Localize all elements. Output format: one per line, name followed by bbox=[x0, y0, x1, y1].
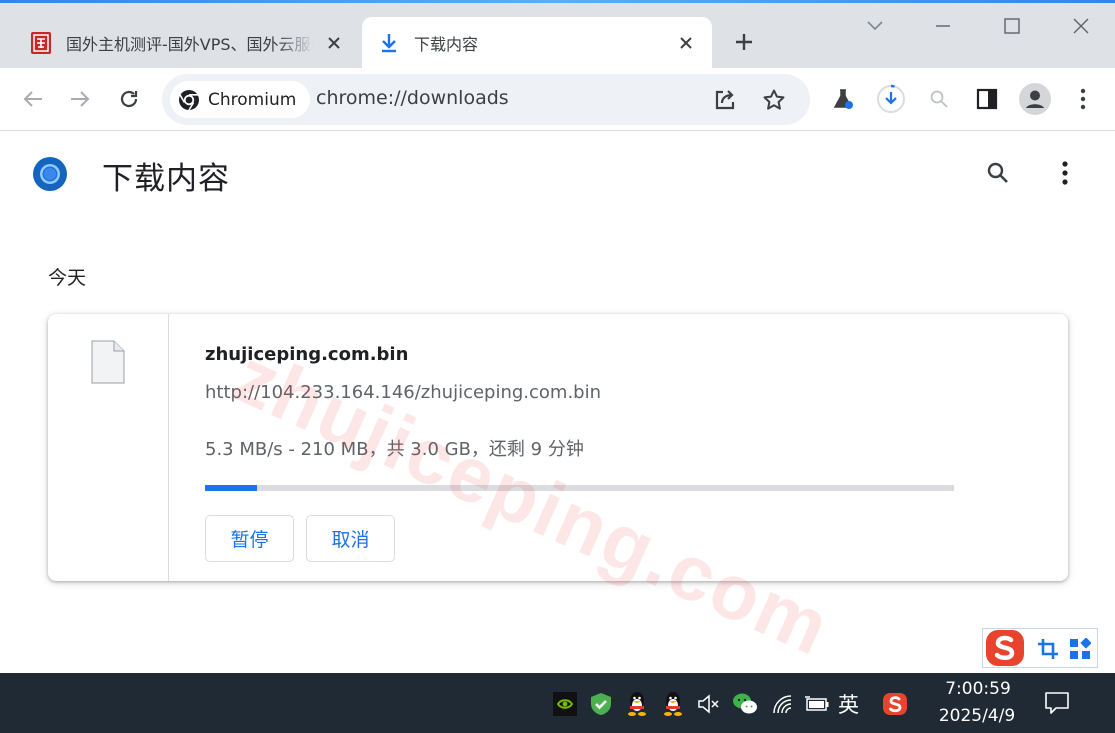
download-progress-icon[interactable] bbox=[875, 83, 907, 115]
tab-title: 下载内容 bbox=[414, 34, 479, 54]
windows-taskbar: 英 7:00:59 2025/4/9 bbox=[0, 673, 1115, 733]
sogou-logo-icon[interactable] bbox=[984, 627, 1026, 669]
download-progress-fill bbox=[205, 485, 258, 491]
date-heading: 今天 bbox=[48, 267, 87, 289]
crop-icon[interactable] bbox=[1036, 637, 1060, 661]
nvidia-icon[interactable] bbox=[552, 691, 578, 717]
close-icon[interactable] bbox=[324, 33, 344, 53]
side-panel-icon[interactable] bbox=[971, 83, 1003, 115]
ime-language-indicator[interactable]: 英 bbox=[838, 689, 859, 719]
window-close-icon[interactable] bbox=[1067, 12, 1095, 40]
bookmark-star-icon[interactable] bbox=[758, 84, 790, 116]
address-bar[interactable]: Chromium chrome://downloads bbox=[162, 74, 810, 125]
file-name-link[interactable]: zhujiceping.com.bin bbox=[205, 344, 408, 365]
tab-title: 国外主机测评-国外VPS、国外云服务器 bbox=[66, 34, 314, 54]
file-icon-column bbox=[48, 314, 169, 581]
close-icon[interactable] bbox=[676, 33, 696, 53]
qq-penguin-icon[interactable] bbox=[660, 691, 686, 717]
wifi-icon[interactable] bbox=[770, 691, 796, 717]
site-info-label: Chromium bbox=[208, 89, 297, 110]
battery-icon[interactable] bbox=[804, 691, 830, 717]
download-status: 5.3 MB/s - 210 MB，共 3.0 GB，还剩 9 分钟 bbox=[205, 439, 584, 460]
chromium-logo-icon bbox=[178, 89, 200, 111]
chrome-menu-icon[interactable] bbox=[1067, 83, 1099, 115]
minimize-icon[interactable] bbox=[929, 12, 957, 40]
tab-zhujiceping[interactable]: 国外主机测评-国外VPS、国外云服务器 bbox=[14, 17, 360, 68]
labs-flask-icon[interactable] bbox=[827, 83, 859, 115]
download-progress-bar bbox=[205, 485, 954, 491]
back-arrow-icon[interactable] bbox=[17, 83, 49, 115]
pause-button[interactable]: 暂停 bbox=[205, 515, 294, 562]
tabstrip-accent-line bbox=[0, 0, 1115, 3]
download-item-card: zhujiceping.com.bin http://104.233.164.1… bbox=[48, 314, 1068, 581]
clock-time[interactable]: 7:00:59 bbox=[938, 679, 1018, 699]
profile-avatar-icon[interactable] bbox=[1019, 83, 1051, 115]
search-icon[interactable] bbox=[980, 155, 1016, 191]
url-text[interactable]: chrome://downloads bbox=[316, 87, 509, 109]
security-shield-icon[interactable] bbox=[588, 691, 614, 717]
page-title: 下载内容 bbox=[102, 161, 230, 197]
maximize-icon[interactable] bbox=[998, 12, 1026, 40]
source-url-link[interactable]: http://104.233.164.146/zhujiceping.com.b… bbox=[205, 382, 601, 403]
file-icon bbox=[91, 340, 125, 384]
wechat-icon[interactable] bbox=[732, 691, 758, 717]
cancel-button[interactable]: 取消 bbox=[306, 515, 395, 562]
tab-strip: 国外主机测评-国外VPS、国外云服务器 下载内容 bbox=[0, 0, 1115, 68]
notification-center-icon[interactable] bbox=[1042, 688, 1072, 718]
site-info-chip[interactable]: Chromium bbox=[170, 81, 311, 118]
zoom-search-icon[interactable] bbox=[923, 83, 955, 115]
forward-arrow-icon[interactable] bbox=[64, 83, 96, 115]
clock-date[interactable]: 2025/4/9 bbox=[932, 706, 1022, 726]
site-seal-icon bbox=[30, 31, 52, 55]
download-icon bbox=[378, 31, 400, 55]
tab-search-chevron-icon[interactable] bbox=[861, 12, 889, 40]
qq-penguin-icon[interactable] bbox=[624, 691, 650, 717]
browser-toolbar: Chromium chrome://downloads bbox=[0, 68, 1115, 131]
chromium-logo-icon bbox=[32, 156, 68, 192]
reload-icon[interactable] bbox=[113, 83, 145, 115]
new-tab-button[interactable] bbox=[730, 28, 758, 56]
toolbox-grid-icon[interactable] bbox=[1068, 637, 1092, 661]
tab-downloads[interactable]: 下载内容 bbox=[362, 17, 712, 68]
ime-toolbar bbox=[982, 628, 1098, 668]
downloads-header: 下载内容 bbox=[0, 131, 1115, 221]
more-menu-icon[interactable] bbox=[1047, 155, 1083, 191]
volume-muted-icon[interactable] bbox=[696, 691, 722, 717]
share-icon[interactable] bbox=[709, 84, 741, 116]
sogou-tray-icon[interactable] bbox=[882, 691, 908, 717]
